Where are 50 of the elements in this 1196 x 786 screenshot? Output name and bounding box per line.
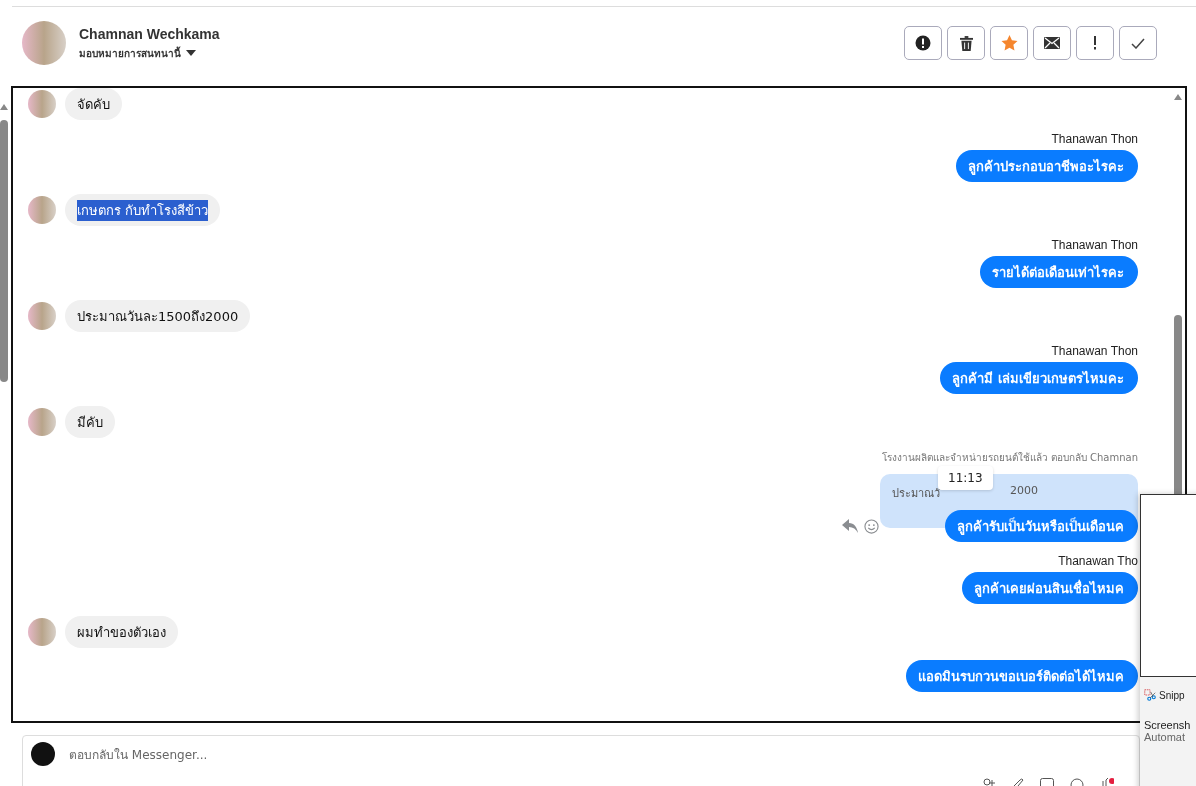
- scroll-up-arrow-icon[interactable]: [0, 104, 8, 110]
- check-icon: [1131, 37, 1145, 49]
- paperclip-icon[interactable]: [1012, 778, 1024, 786]
- assign-conversation-dropdown[interactable]: มอบหมายการสนทนานี้: [79, 45, 220, 61]
- contact-avatar: [22, 21, 66, 65]
- mail-icon: [1044, 37, 1060, 49]
- timestamp-tooltip: 11:13: [938, 466, 993, 490]
- message-text: จัดคับ: [77, 95, 110, 114]
- toolbar-button[interactable]: [947, 26, 985, 60]
- contact-avatar: [28, 618, 56, 646]
- scrollbar-thumb[interactable]: [0, 120, 8, 382]
- scissors-icon: [1144, 689, 1156, 701]
- trash-icon: [959, 35, 973, 51]
- contact-avatar: [28, 302, 56, 330]
- sender-name: Thanawan Tho: [1058, 554, 1138, 568]
- sender-name: Thanawan Thon: [1051, 238, 1138, 252]
- contact-avatar: [28, 408, 56, 436]
- message-bubble: รายได้ต่อเดือนเท่าไรคะ: [980, 256, 1138, 288]
- message-bubble: แอดมินรบกวนขอเบอร์ติดต่อได้ไหมค: [906, 660, 1138, 692]
- message-bubble: ลูกค้ารับเป็นวันหรือเป็นเดือนค: [945, 510, 1138, 542]
- message-text: เกษตกร กับทำโรงสีข้าว: [77, 199, 209, 221]
- sender-name: Thanawan Thon: [1051, 344, 1138, 358]
- contact-name: Chamnan Wechkama: [79, 25, 220, 42]
- message-bubble: ลูกค้าเคยผ่อนสินเชื่อไหมค: [962, 572, 1138, 604]
- add-person-icon[interactable]: [982, 778, 996, 786]
- message-text: ผมทำของตัวเอง: [77, 623, 166, 642]
- reply-icon[interactable]: [842, 519, 858, 533]
- like-icon[interactable]: [1100, 778, 1114, 786]
- quoted-text: 2000: [1010, 484, 1038, 497]
- message-bubble: ลูกค้ามี เล่มเขียวเกษตรไหมคะ: [940, 362, 1138, 394]
- page-avatar: [31, 742, 55, 766]
- message-text: มีคับ: [77, 413, 103, 432]
- notification-title: Screensh: [1144, 719, 1192, 731]
- contact-avatar: [28, 90, 56, 118]
- caret-icon: [186, 50, 196, 56]
- toolbar-button[interactable]: [904, 26, 942, 60]
- toolbar-button[interactable]: [1033, 26, 1071, 60]
- alert-icon: [915, 35, 931, 51]
- exclamation-icon: [1093, 36, 1097, 50]
- message-text: ประมาณวันละ1500ถึง2000: [77, 307, 239, 326]
- app-name: Snipp: [1159, 689, 1185, 701]
- contact-avatar: [28, 196, 56, 224]
- notification-text: Automat: [1144, 731, 1186, 743]
- star-icon: [1000, 35, 1018, 51]
- message-bubble: ลูกค้าประกอบอาชีพอะไรคะ: [956, 150, 1138, 182]
- screenshot-notification[interactable]: Snipp Screensh Automat: [1140, 494, 1196, 786]
- scroll-up-arrow-icon[interactable]: [1174, 94, 1182, 100]
- sender-name: Thanawan Thon: [1051, 132, 1138, 146]
- quoted-text: ประมาณวั: [892, 486, 940, 502]
- reply-label: โรงงานผลิตและจำหน่ายรถยนต์ใช้แล้ว ตอบกลับ Chamnan: [881, 451, 1138, 465]
